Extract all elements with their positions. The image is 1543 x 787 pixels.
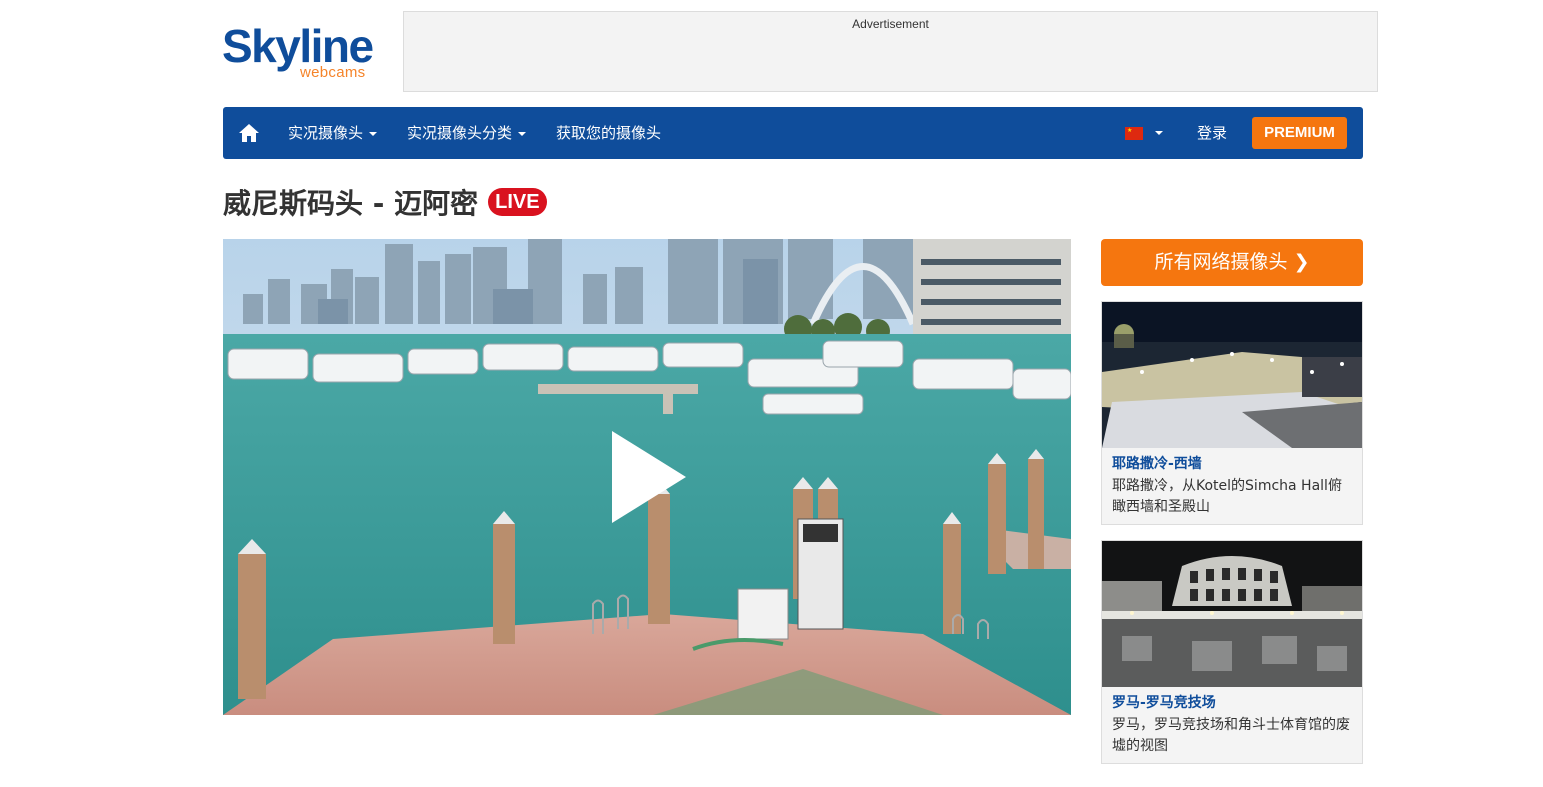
chevron-down-icon	[369, 131, 378, 136]
card-title: 耶路撒冷-西墙	[1112, 456, 1202, 472]
page-title: 威尼斯码头 - 迈阿密	[223, 187, 479, 220]
chevron-right-icon: ❯	[1293, 251, 1310, 273]
logo-sub-text: webcams	[300, 64, 366, 81]
card-title: 罗马-罗马竞技场	[1112, 695, 1216, 711]
china-flag-icon[interactable]: ★	[1125, 127, 1143, 140]
premium-button[interactable]: PREMIUM	[1252, 117, 1347, 149]
rome-thumbnail	[1102, 541, 1362, 687]
flag-star-icon: ★	[1127, 127, 1133, 134]
nav-webcam-categories-label: 实况摄像头分类	[407, 124, 513, 142]
nav-get-your-webcam[interactable]: 获取您的摄像头	[556, 107, 661, 159]
webcam-video-player[interactable]	[223, 239, 1071, 715]
card-description: 罗马，罗马竞技场和角斗士体育馆的废墟的视图	[1112, 717, 1350, 754]
nav-live-webcams[interactable]: 实况摄像头	[288, 107, 378, 159]
webcam-card-rome[interactable]: 罗马-罗马竞技场 罗马，罗马竞技场和角斗士体育馆的废墟的视图	[1101, 540, 1363, 764]
live-badge: LIVE	[488, 188, 547, 216]
main-navbar: 实况摄像头 实况摄像头分类 获取您的摄像头 ★ 登录 PREMIUM	[223, 107, 1363, 159]
home-icon[interactable]	[237, 121, 261, 145]
skyline-logo[interactable]: Skyline webcams	[222, 18, 392, 88]
nav-live-webcams-label: 实况摄像头	[288, 124, 364, 142]
nav-webcam-categories[interactable]: 实况摄像头分类	[407, 107, 527, 159]
jerusalem-thumbnail	[1102, 302, 1362, 448]
page-heading: 威尼斯码头 - 迈阿密 LIVE	[223, 182, 547, 222]
play-icon[interactable]	[608, 429, 688, 525]
advertisement-label: Advertisement	[852, 17, 929, 31]
webcam-card-jerusalem[interactable]: 耶路撒冷-西墙 耶路撒冷，从Kotel的Simcha Hall俯瞰西墙和圣殿山	[1101, 301, 1363, 525]
advertisement-banner[interactable]: Advertisement	[403, 11, 1378, 92]
all-webcams-label: 所有网络摄像头	[1154, 251, 1288, 273]
nav-get-your-webcam-label: 获取您的摄像头	[556, 124, 662, 142]
language-chevron-down-icon[interactable]	[1155, 131, 1163, 135]
login-link[interactable]: 登录	[1197, 107, 1227, 159]
all-webcams-button[interactable]: 所有网络摄像头 ❯	[1101, 239, 1363, 286]
chevron-down-icon	[518, 131, 527, 136]
card-description: 耶路撒冷，从Kotel的Simcha Hall俯瞰西墙和圣殿山	[1112, 478, 1342, 515]
